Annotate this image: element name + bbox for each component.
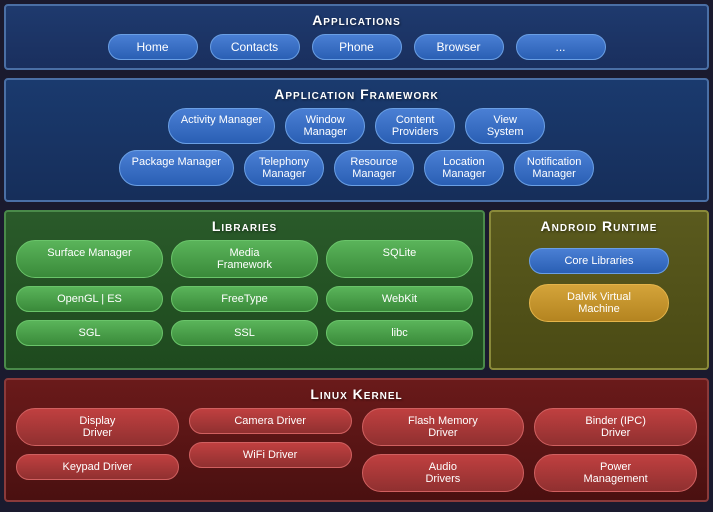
app-btn-home[interactable]: Home [108, 34, 198, 60]
kernel-wifi-driver[interactable]: WiFi Driver [189, 442, 352, 468]
kernel-camera-driver[interactable]: Camera Driver [189, 408, 352, 434]
framework-activity-manager[interactable]: Activity Manager [168, 108, 275, 144]
kernel-col2: Camera Driver WiFi Driver [189, 408, 352, 492]
app-buttons-row: Home Contacts Phone Browser ... [16, 34, 697, 60]
applications-section: Applications Home Contacts Phone Browser… [4, 4, 709, 70]
kernel-display-driver[interactable]: DisplayDriver [16, 408, 179, 446]
framework-window-manager[interactable]: WindowManager [285, 108, 365, 144]
android-runtime-title: Android Runtime [541, 218, 658, 234]
framework-package-manager[interactable]: Package Manager [119, 150, 234, 186]
kernel-audio-drivers[interactable]: AudioDrivers [362, 454, 525, 492]
framework-title: Application Framework [16, 86, 697, 102]
framework-row1: Activity Manager WindowManager ContentPr… [16, 108, 697, 144]
framework-notification-manager[interactable]: NotificationManager [514, 150, 594, 186]
kernel-col3: Flash MemoryDriver AudioDrivers [362, 408, 525, 492]
applications-title: Applications [16, 12, 697, 28]
kernel-power-management[interactable]: PowerManagement [534, 454, 697, 492]
runtime-dalvik[interactable]: Dalvik VirtualMachine [529, 284, 669, 322]
framework-content-providers[interactable]: ContentProviders [375, 108, 455, 144]
lib-opengl[interactable]: OpenGL | ES [16, 286, 163, 312]
framework-section: Application Framework Activity Manager W… [4, 78, 709, 202]
app-btn-more[interactable]: ... [516, 34, 606, 60]
lib-sgl[interactable]: SGL [16, 320, 163, 346]
framework-view-system[interactable]: ViewSystem [465, 108, 545, 144]
lib-ssl[interactable]: SSL [171, 320, 318, 346]
kernel-col4: Binder (IPC)Driver PowerManagement [534, 408, 697, 492]
app-btn-browser[interactable]: Browser [414, 34, 504, 60]
lib-surface-manager[interactable]: Surface Manager [16, 240, 163, 278]
kernel-flash-memory-driver[interactable]: Flash MemoryDriver [362, 408, 525, 446]
app-btn-contacts[interactable]: Contacts [210, 34, 300, 60]
middle-section: Libraries Surface Manager MediaFramework… [4, 210, 709, 370]
app-btn-phone[interactable]: Phone [312, 34, 402, 60]
libraries-section: Libraries Surface Manager MediaFramework… [4, 210, 485, 370]
framework-telephony-manager[interactable]: TelephonyManager [244, 150, 324, 186]
runtime-core-libraries[interactable]: Core Libraries [529, 248, 669, 274]
kernel-title: Linux Kernel [16, 386, 697, 402]
lib-freetype[interactable]: FreeType [171, 286, 318, 312]
kernel-col1: DisplayDriver Keypad Driver [16, 408, 179, 492]
framework-resource-manager[interactable]: ResourceManager [334, 150, 414, 186]
lib-media-framework[interactable]: MediaFramework [171, 240, 318, 278]
kernel-keypad-driver[interactable]: Keypad Driver [16, 454, 179, 480]
framework-row2: Package Manager TelephonyManager Resourc… [16, 150, 697, 186]
libraries-title: Libraries [16, 218, 473, 234]
android-runtime-section: Android Runtime Core Libraries Dalvik Vi… [489, 210, 709, 370]
lib-webkit[interactable]: WebKit [326, 286, 473, 312]
kernel-section: Linux Kernel DisplayDriver Keypad Driver… [4, 378, 709, 502]
lib-libc[interactable]: libc [326, 320, 473, 346]
framework-location-manager[interactable]: LocationManager [424, 150, 504, 186]
lib-sqlite[interactable]: SQLite [326, 240, 473, 278]
libraries-grid: Surface Manager MediaFramework SQLite Op… [16, 240, 473, 346]
kernel-binder-ipc-driver[interactable]: Binder (IPC)Driver [534, 408, 697, 446]
